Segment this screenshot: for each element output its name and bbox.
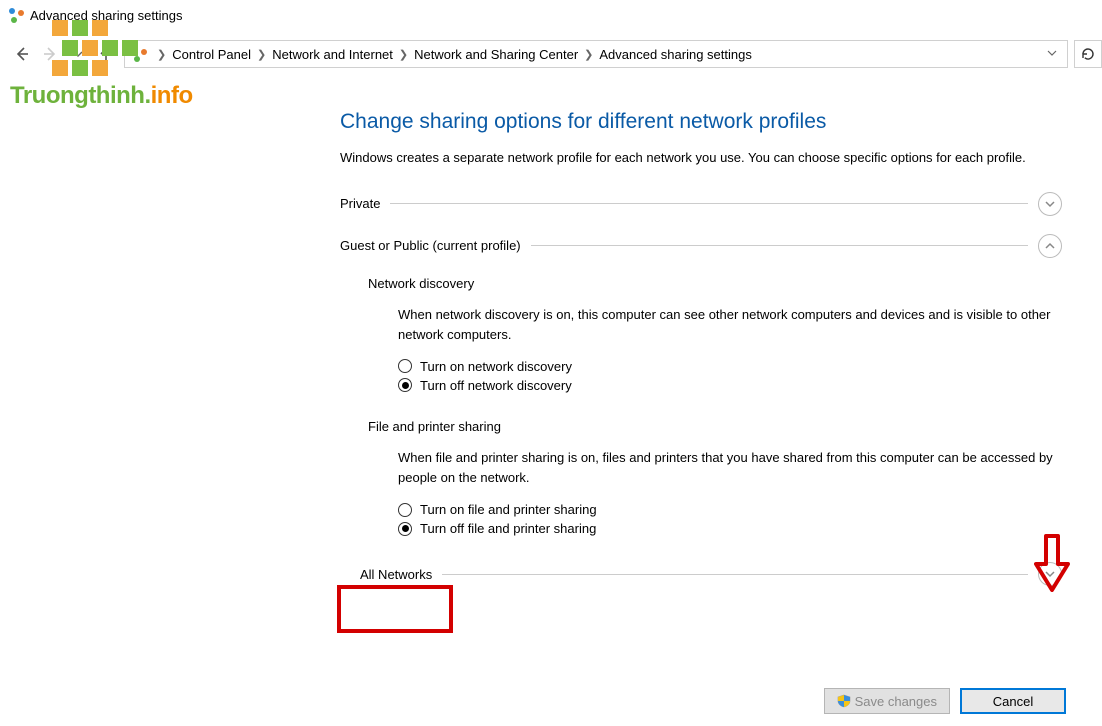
- divider: [531, 245, 1028, 246]
- radio-fps-off-label: Turn off file and printer sharing: [420, 521, 596, 536]
- nav-forward-button[interactable]: [36, 40, 64, 68]
- radio-fps-off[interactable]: Turn off file and printer sharing: [398, 521, 1062, 536]
- chevron-up-icon[interactable]: [1038, 234, 1062, 258]
- radio-icon: [398, 378, 412, 392]
- chevron-right-icon[interactable]: ❯: [157, 48, 166, 61]
- divider: [390, 203, 1028, 204]
- section-guest-public[interactable]: Guest or Public (current profile): [340, 234, 1062, 258]
- radio-icon: [398, 359, 412, 373]
- radio-netdisc-off-label: Turn off network discovery: [420, 378, 572, 393]
- main-content: Change sharing options for different net…: [340, 110, 1062, 666]
- address-dropdown[interactable]: [1043, 48, 1061, 61]
- breadcrumb-control-panel[interactable]: Control Panel: [172, 47, 251, 62]
- section-all-networks[interactable]: All Networks: [360, 562, 1062, 586]
- chevron-right-icon[interactable]: ❯: [257, 48, 266, 61]
- section-guest-public-label: Guest or Public (current profile): [340, 238, 531, 253]
- section-all-networks-label: All Networks: [360, 567, 442, 582]
- nav-back-button[interactable]: [8, 40, 36, 68]
- radio-fps-on[interactable]: Turn on file and printer sharing: [398, 502, 1062, 517]
- radio-netdisc-on[interactable]: Turn on network discovery: [398, 359, 1062, 374]
- save-changes-button[interactable]: Save changes: [824, 688, 950, 714]
- subsection-file-printer-sharing: File and printer sharing When file and p…: [368, 419, 1062, 536]
- address-bar[interactable]: ❯ Control Panel ❯ Network and Internet ❯…: [124, 40, 1068, 68]
- shield-icon: [837, 694, 851, 708]
- page-title: Change sharing options for different net…: [340, 110, 1062, 134]
- chevron-right-icon[interactable]: ❯: [584, 48, 593, 61]
- section-private[interactable]: Private: [340, 192, 1062, 216]
- chevron-right-icon[interactable]: ❯: [399, 48, 408, 61]
- radio-fps-on-label: Turn on file and printer sharing: [420, 502, 597, 517]
- nav-row: ❯ Control Panel ❯ Network and Internet ❯…: [0, 36, 1102, 72]
- fps-title: File and printer sharing: [368, 419, 1062, 434]
- watermark-text-1: Truongthinh.: [10, 82, 151, 109]
- radio-icon: [398, 522, 412, 536]
- cancel-label: Cancel: [993, 694, 1033, 709]
- window-title: Advanced sharing settings: [30, 8, 182, 23]
- breadcrumb-network-internet[interactable]: Network and Internet: [272, 47, 393, 62]
- radio-netdisc-on-label: Turn on network discovery: [420, 359, 572, 374]
- nav-recent-dropdown[interactable]: [64, 40, 92, 68]
- breadcrumb-network-sharing-center[interactable]: Network and Sharing Center: [414, 47, 578, 62]
- network-discovery-desc: When network discovery is on, this compu…: [398, 305, 1058, 345]
- watermark-text-2: info: [151, 82, 193, 109]
- radio-netdisc-off[interactable]: Turn off network discovery: [398, 378, 1062, 393]
- button-row: Save changes Cancel: [824, 688, 1066, 714]
- chevron-down-icon[interactable]: [1038, 192, 1062, 216]
- cancel-button[interactable]: Cancel: [960, 688, 1066, 714]
- fps-desc: When file and printer sharing is on, fil…: [398, 448, 1058, 488]
- network-discovery-title: Network discovery: [368, 276, 1062, 291]
- sharing-icon: [8, 7, 24, 23]
- subsection-network-discovery: Network discovery When network discovery…: [368, 276, 1062, 393]
- chevron-down-icon[interactable]: [1038, 562, 1062, 586]
- refresh-button[interactable]: [1074, 40, 1102, 68]
- sharing-icon: [131, 46, 147, 62]
- save-changes-label: Save changes: [855, 694, 937, 709]
- section-private-label: Private: [340, 196, 390, 211]
- breadcrumb-advanced-sharing[interactable]: Advanced sharing settings: [599, 47, 751, 62]
- nav-up-button[interactable]: [92, 40, 120, 68]
- title-bar: Advanced sharing settings: [0, 0, 1102, 30]
- divider: [442, 574, 1028, 575]
- radio-icon: [398, 503, 412, 517]
- page-intro: Windows creates a separate network profi…: [340, 148, 1060, 168]
